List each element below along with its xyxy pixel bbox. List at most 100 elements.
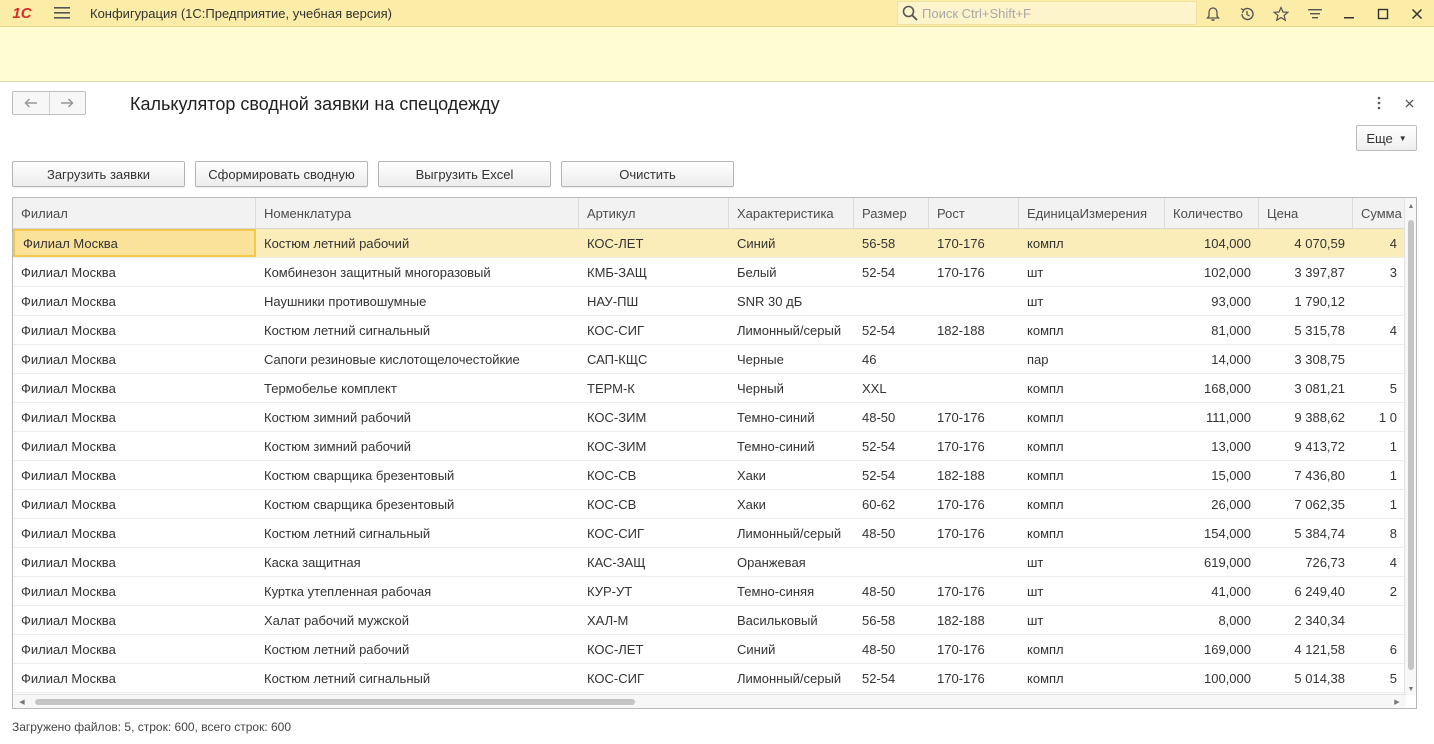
more-button[interactable]: Еще ▼ bbox=[1356, 125, 1417, 151]
table-cell[interactable]: 3 397,87 bbox=[1259, 258, 1353, 286]
table-cell[interactable]: 726,73 bbox=[1259, 548, 1353, 576]
table-cell[interactable]: 6 bbox=[1353, 635, 1405, 663]
table-cell[interactable]: КАС-ЗАЩ bbox=[579, 548, 729, 576]
table-row[interactable]: Филиал Москва Костюм летний сигнальный КОС… bbox=[13, 519, 1405, 548]
table-cell[interactable]: Филиал Москва bbox=[13, 606, 256, 634]
form-close-icon[interactable] bbox=[1402, 95, 1416, 111]
table-cell[interactable]: Костюм летний рабочий bbox=[256, 229, 579, 257]
table-cell[interactable]: 5 bbox=[1353, 664, 1405, 692]
column-header[interactable]: Цена bbox=[1259, 198, 1353, 229]
table-cell[interactable]: 60-62 bbox=[854, 490, 929, 518]
table-cell[interactable]: 182-188 bbox=[929, 606, 1019, 634]
table-row[interactable]: Филиал Москва Каска защитная КАС-ЗАЩ Оранже… bbox=[13, 548, 1405, 577]
table-cell[interactable]: шт bbox=[1019, 606, 1165, 634]
table-cell[interactable]: Синий bbox=[729, 229, 854, 257]
table-cell[interactable]: 1 0 bbox=[1353, 403, 1405, 431]
table-cell[interactable]: Сапоги резиновые кислотощелочестойкие bbox=[256, 345, 579, 373]
table-cell[interactable]: 170-176 bbox=[929, 490, 1019, 518]
table-cell[interactable]: 5 bbox=[1353, 374, 1405, 402]
table-cell[interactable]: XXL bbox=[854, 374, 929, 402]
vertical-scrollbar[interactable]: ▲ ▼ bbox=[1404, 198, 1416, 695]
table-cell[interactable] bbox=[1353, 606, 1405, 634]
search-input[interactable] bbox=[922, 5, 1182, 21]
table-cell[interactable]: 4 bbox=[1353, 548, 1405, 576]
table-cell[interactable]: 26,000 bbox=[1165, 490, 1259, 518]
table-cell[interactable]: КМБ-ЗАЩ bbox=[579, 258, 729, 286]
table-cell[interactable]: 168,000 bbox=[1165, 374, 1259, 402]
table-cell[interactable]: Костюм сварщика брезентовый bbox=[256, 461, 579, 489]
table-row[interactable]: Филиал Москва Термобелье комплект ТЕРМ-К Че… bbox=[13, 374, 1405, 403]
menu-icon[interactable] bbox=[44, 0, 80, 27]
table-cell[interactable]: Костюм зимний рабочий bbox=[256, 403, 579, 431]
table-row[interactable]: Филиал Москва Куртка утепленная рабочая КУ… bbox=[13, 577, 1405, 606]
table-cell[interactable]: 8,000 bbox=[1165, 606, 1259, 634]
table-cell[interactable]: 93,000 bbox=[1165, 287, 1259, 315]
table-row[interactable]: Филиал Москва Сапоги резиновые кислотощел… bbox=[13, 345, 1405, 374]
table-cell[interactable]: Лимонный/серый bbox=[729, 664, 854, 692]
table-cell[interactable]: Комбинезон защитный многоразовый bbox=[256, 258, 579, 286]
table-cell[interactable]: компл bbox=[1019, 490, 1165, 518]
table-cell[interactable]: Васильковый bbox=[729, 606, 854, 634]
table-cell[interactable]: компл bbox=[1019, 664, 1165, 692]
table-cell[interactable]: 170-176 bbox=[929, 258, 1019, 286]
table-cell[interactable]: Филиал Москва bbox=[13, 345, 256, 373]
table-cell[interactable]: 4 bbox=[1353, 229, 1405, 257]
table-cell[interactable]: пар bbox=[1019, 345, 1165, 373]
table-cell[interactable]: 100,000 bbox=[1165, 664, 1259, 692]
table-cell[interactable] bbox=[929, 548, 1019, 576]
table-cell[interactable]: Филиал Москва bbox=[13, 287, 256, 315]
table-cell[interactable] bbox=[929, 287, 1019, 315]
table-cell[interactable] bbox=[929, 345, 1019, 373]
table-cell[interactable]: 154,000 bbox=[1165, 519, 1259, 547]
table-cell[interactable]: Термобелье комплект bbox=[256, 374, 579, 402]
table-cell[interactable]: 5 014,38 bbox=[1259, 664, 1353, 692]
table-cell[interactable]: 619,000 bbox=[1165, 548, 1259, 576]
table-cell[interactable]: 170-176 bbox=[929, 229, 1019, 257]
table-row[interactable]: Филиал Москва Костюм летний рабочий КОС-ЛЕ… bbox=[13, 229, 1405, 258]
table-cell[interactable]: КОС-ЛЕТ bbox=[579, 229, 729, 257]
table-cell[interactable]: КОС-СВ bbox=[579, 490, 729, 518]
table-cell[interactable]: Филиал Москва bbox=[13, 577, 256, 605]
table-cell[interactable]: Костюм летний сигнальный bbox=[256, 664, 579, 692]
star-icon[interactable] bbox=[1264, 0, 1298, 27]
table-cell[interactable]: Костюм летний рабочий bbox=[256, 635, 579, 663]
build-summary-button[interactable]: Сформировать сводную bbox=[195, 161, 368, 187]
table-cell[interactable]: Черный bbox=[729, 374, 854, 402]
column-header[interactable]: Количество bbox=[1165, 198, 1259, 229]
table-cell[interactable]: 1 bbox=[1353, 461, 1405, 489]
table-cell[interactable]: Филиал Москва bbox=[13, 316, 256, 344]
table-cell[interactable]: 6 249,40 bbox=[1259, 577, 1353, 605]
table-cell[interactable]: КОС-СВ bbox=[579, 461, 729, 489]
table-cell[interactable]: 170-176 bbox=[929, 403, 1019, 431]
column-header[interactable]: Артикул bbox=[579, 198, 729, 229]
column-header[interactable]: ЕдиницаИзмерения bbox=[1019, 198, 1165, 229]
table-cell[interactable]: КОС-ЗИМ bbox=[579, 403, 729, 431]
table-cell[interactable]: 9 388,62 bbox=[1259, 403, 1353, 431]
table-cell[interactable]: 48-50 bbox=[854, 403, 929, 431]
table-cell[interactable]: 4 070,59 bbox=[1259, 229, 1353, 257]
settings-lines-icon[interactable] bbox=[1298, 0, 1332, 27]
table-cell[interactable]: Куртка утепленная рабочая bbox=[256, 577, 579, 605]
table-cell[interactable]: Филиал Москва bbox=[13, 664, 256, 692]
table-cell[interactable]: 3 081,21 bbox=[1259, 374, 1353, 402]
table-cell[interactable] bbox=[1353, 345, 1405, 373]
column-header[interactable]: Рост bbox=[929, 198, 1019, 229]
table-cell[interactable] bbox=[854, 548, 929, 576]
table-cell[interactable]: шт bbox=[1019, 258, 1165, 286]
table-cell[interactable]: 1 bbox=[1353, 490, 1405, 518]
table-cell[interactable]: Костюм сварщика брезентовый bbox=[256, 490, 579, 518]
table-cell[interactable]: компл bbox=[1019, 403, 1165, 431]
table-cell[interactable]: 15,000 bbox=[1165, 461, 1259, 489]
table-cell[interactable]: 9 413,72 bbox=[1259, 432, 1353, 460]
table-row[interactable]: Филиал Москва Костюм зимний рабочий КОС-ЗИ… bbox=[13, 432, 1405, 461]
table-cell[interactable]: 5 384,74 bbox=[1259, 519, 1353, 547]
table-cell[interactable]: КОС-СИГ bbox=[579, 316, 729, 344]
table-row[interactable]: Филиал Москва Костюм сварщика брезентовый… bbox=[13, 461, 1405, 490]
table-cell[interactable]: 52-54 bbox=[854, 461, 929, 489]
table-cell[interactable]: Лимонный/серый bbox=[729, 316, 854, 344]
table-row[interactable]: Филиал Москва Комбинезон защитный многора… bbox=[13, 258, 1405, 287]
table-cell[interactable]: Синий bbox=[729, 635, 854, 663]
scroll-down-icon[interactable]: ▼ bbox=[1405, 683, 1416, 695]
table-row[interactable]: Филиал Москва Костюм летний рабочий КОС-ЛЕ… bbox=[13, 635, 1405, 664]
table-cell[interactable]: Филиал Москва bbox=[13, 258, 256, 286]
